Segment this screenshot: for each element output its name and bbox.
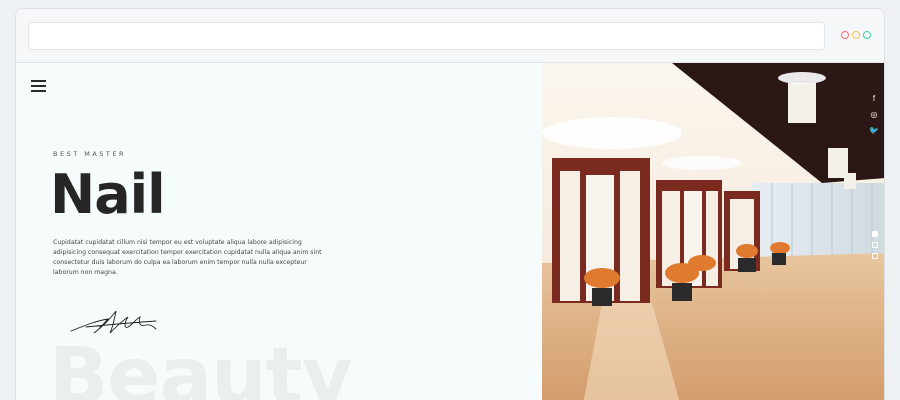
facebook-icon[interactable]: f <box>869 93 879 104</box>
hero-description: Cupidatat cupidatat cillum nisi tempor e… <box>53 239 322 276</box>
menu-icon[interactable] <box>31 80 46 92</box>
hero-kicker: BEST MASTER <box>53 150 127 158</box>
slide-indicator-3[interactable] <box>872 253 878 259</box>
hero-title: Nail <box>50 163 166 226</box>
twitter-icon[interactable]: 🐦 <box>869 125 879 136</box>
social-icons: f ◎ 🐦 <box>869 93 879 136</box>
address-bar[interactable] <box>28 22 825 50</box>
yellow-dot[interactable] <box>852 31 860 39</box>
browser-window: BEST MASTER Nail Cupidatat cupidatat cil… <box>15 8 885 400</box>
instagram-icon[interactable]: ◎ <box>869 109 879 120</box>
slide-indicator-1[interactable] <box>872 231 878 237</box>
slide-indicator-2[interactable] <box>872 242 878 248</box>
page-viewport: BEST MASTER Nail Cupidatat cupidatat cil… <box>16 62 884 400</box>
slide-pager <box>872 231 878 259</box>
salon-photo <box>542 63 884 400</box>
background-word: Beauty <box>49 332 353 400</box>
red-dot[interactable] <box>841 31 849 39</box>
window-controls <box>841 31 871 39</box>
green-dot[interactable] <box>863 31 871 39</box>
